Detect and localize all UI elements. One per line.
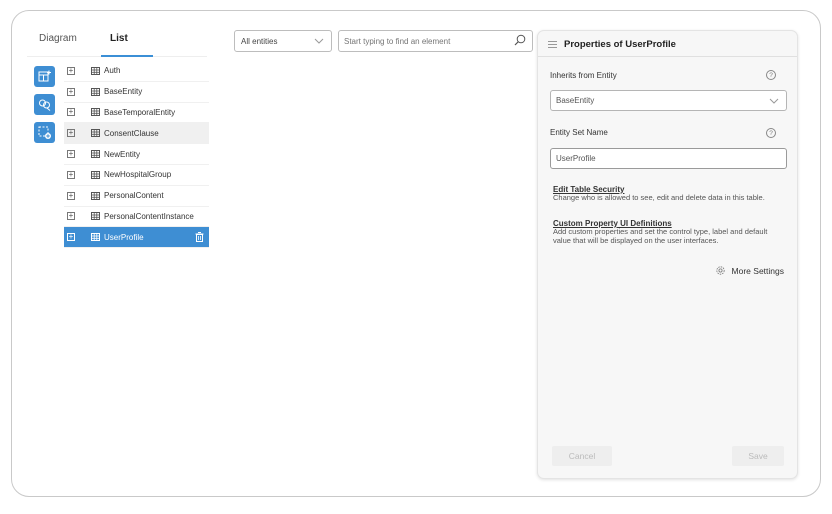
list-item[interactable]: + Auth <box>64 61 209 82</box>
add-selection-icon <box>38 126 51 139</box>
list-item[interactable]: + NewHospitalGroup <box>64 165 209 186</box>
properties-panel: Properties of UserProfile Inherits from … <box>537 30 798 479</box>
expand-icon[interactable]: + <box>67 66 75 75</box>
list-item-label: BaseTemporalEntity <box>104 107 176 117</box>
entity-list: + Auth + BaseEntity + BaseTemporalEntity + Cons… <box>64 61 209 249</box>
tab-list[interactable]: List <box>110 33 128 44</box>
list-item-label: PersonalContentInstance <box>104 211 194 221</box>
list-item[interactable]: + NewEntity <box>64 144 209 165</box>
chevron-down-icon <box>769 98 779 104</box>
entity-filter-value: All entities <box>241 36 278 46</box>
search-icon[interactable] <box>514 34 526 46</box>
menu-icon <box>548 41 557 48</box>
list-item-label: NewHospitalGroup <box>104 170 172 180</box>
list-item[interactable]: + ConsentClause <box>64 123 209 145</box>
list-item[interactable]: + PersonalContent <box>64 186 209 207</box>
list-item[interactable]: + UserProfile <box>64 227 209 249</box>
list-item-label: ConsentClause <box>104 128 159 138</box>
entity-set-name-field[interactable] <box>550 148 787 169</box>
add-table-icon <box>38 70 51 82</box>
list-item-label: PersonalContent <box>104 191 164 201</box>
table-icon <box>91 129 100 138</box>
panel-title: Properties of UserProfile <box>564 39 676 50</box>
table-icon <box>91 87 100 96</box>
table-icon <box>91 150 100 159</box>
tab-diagram[interactable]: Diagram <box>39 33 77 44</box>
custom-property-ui-desc: Add custom properties and set the contro… <box>553 227 768 245</box>
expand-icon[interactable]: + <box>67 170 75 179</box>
expand-icon[interactable]: + <box>67 108 75 117</box>
save-button[interactable]: Save <box>732 446 784 466</box>
inherits-label: Inherits from Entity <box>550 71 617 80</box>
expand-icon[interactable]: + <box>67 233 75 242</box>
add-relation-button[interactable] <box>34 94 55 115</box>
expand-icon[interactable]: + <box>67 191 75 200</box>
table-icon <box>91 108 100 117</box>
expand-icon[interactable]: + <box>67 129 75 138</box>
list-item-label: UserProfile <box>104 232 144 242</box>
panel-header: Properties of UserProfile <box>538 31 797 57</box>
help-icon[interactable]: ? <box>766 70 776 80</box>
entity-filter-select[interactable]: All entities <box>234 30 332 52</box>
inherits-value: BaseEntity <box>556 96 595 105</box>
trash-icon[interactable] <box>195 232 204 243</box>
more-settings-button[interactable]: More Settings <box>715 265 784 276</box>
list-item[interactable]: + BaseTemporalEntity <box>64 103 209 124</box>
help-icon[interactable]: ? <box>766 128 776 138</box>
search-input[interactable] <box>338 30 533 52</box>
cancel-button[interactable]: Cancel <box>552 446 612 466</box>
view-tabs: Diagram List <box>27 31 207 57</box>
expand-icon[interactable]: + <box>67 212 75 221</box>
table-icon <box>91 170 100 179</box>
chevron-down-icon <box>314 38 324 44</box>
list-item[interactable]: + BaseEntity <box>64 82 209 103</box>
active-tab-indicator <box>101 55 153 57</box>
gear-icon <box>715 266 725 275</box>
list-item-label: Auth <box>104 66 121 76</box>
edit-table-security-desc: Change who is allowed to see, edit and d… <box>553 193 765 202</box>
entity-set-label: Entity Set Name <box>550 128 608 137</box>
more-settings-label: More Settings <box>731 265 784 276</box>
relation-icon <box>39 99 51 111</box>
list-item[interactable]: + PersonalContentInstance <box>64 207 209 228</box>
list-item-label: NewEntity <box>104 149 141 159</box>
table-icon <box>91 66 100 75</box>
table-icon <box>91 233 100 242</box>
add-table-button[interactable] <box>34 66 55 87</box>
inherits-select[interactable]: BaseEntity <box>550 90 787 111</box>
table-icon <box>91 191 100 200</box>
table-icon <box>91 212 100 221</box>
expand-icon[interactable]: + <box>67 87 75 96</box>
list-item-label: BaseEntity <box>104 87 143 97</box>
expand-icon[interactable]: + <box>67 150 75 159</box>
add-selection-button[interactable] <box>34 122 55 143</box>
